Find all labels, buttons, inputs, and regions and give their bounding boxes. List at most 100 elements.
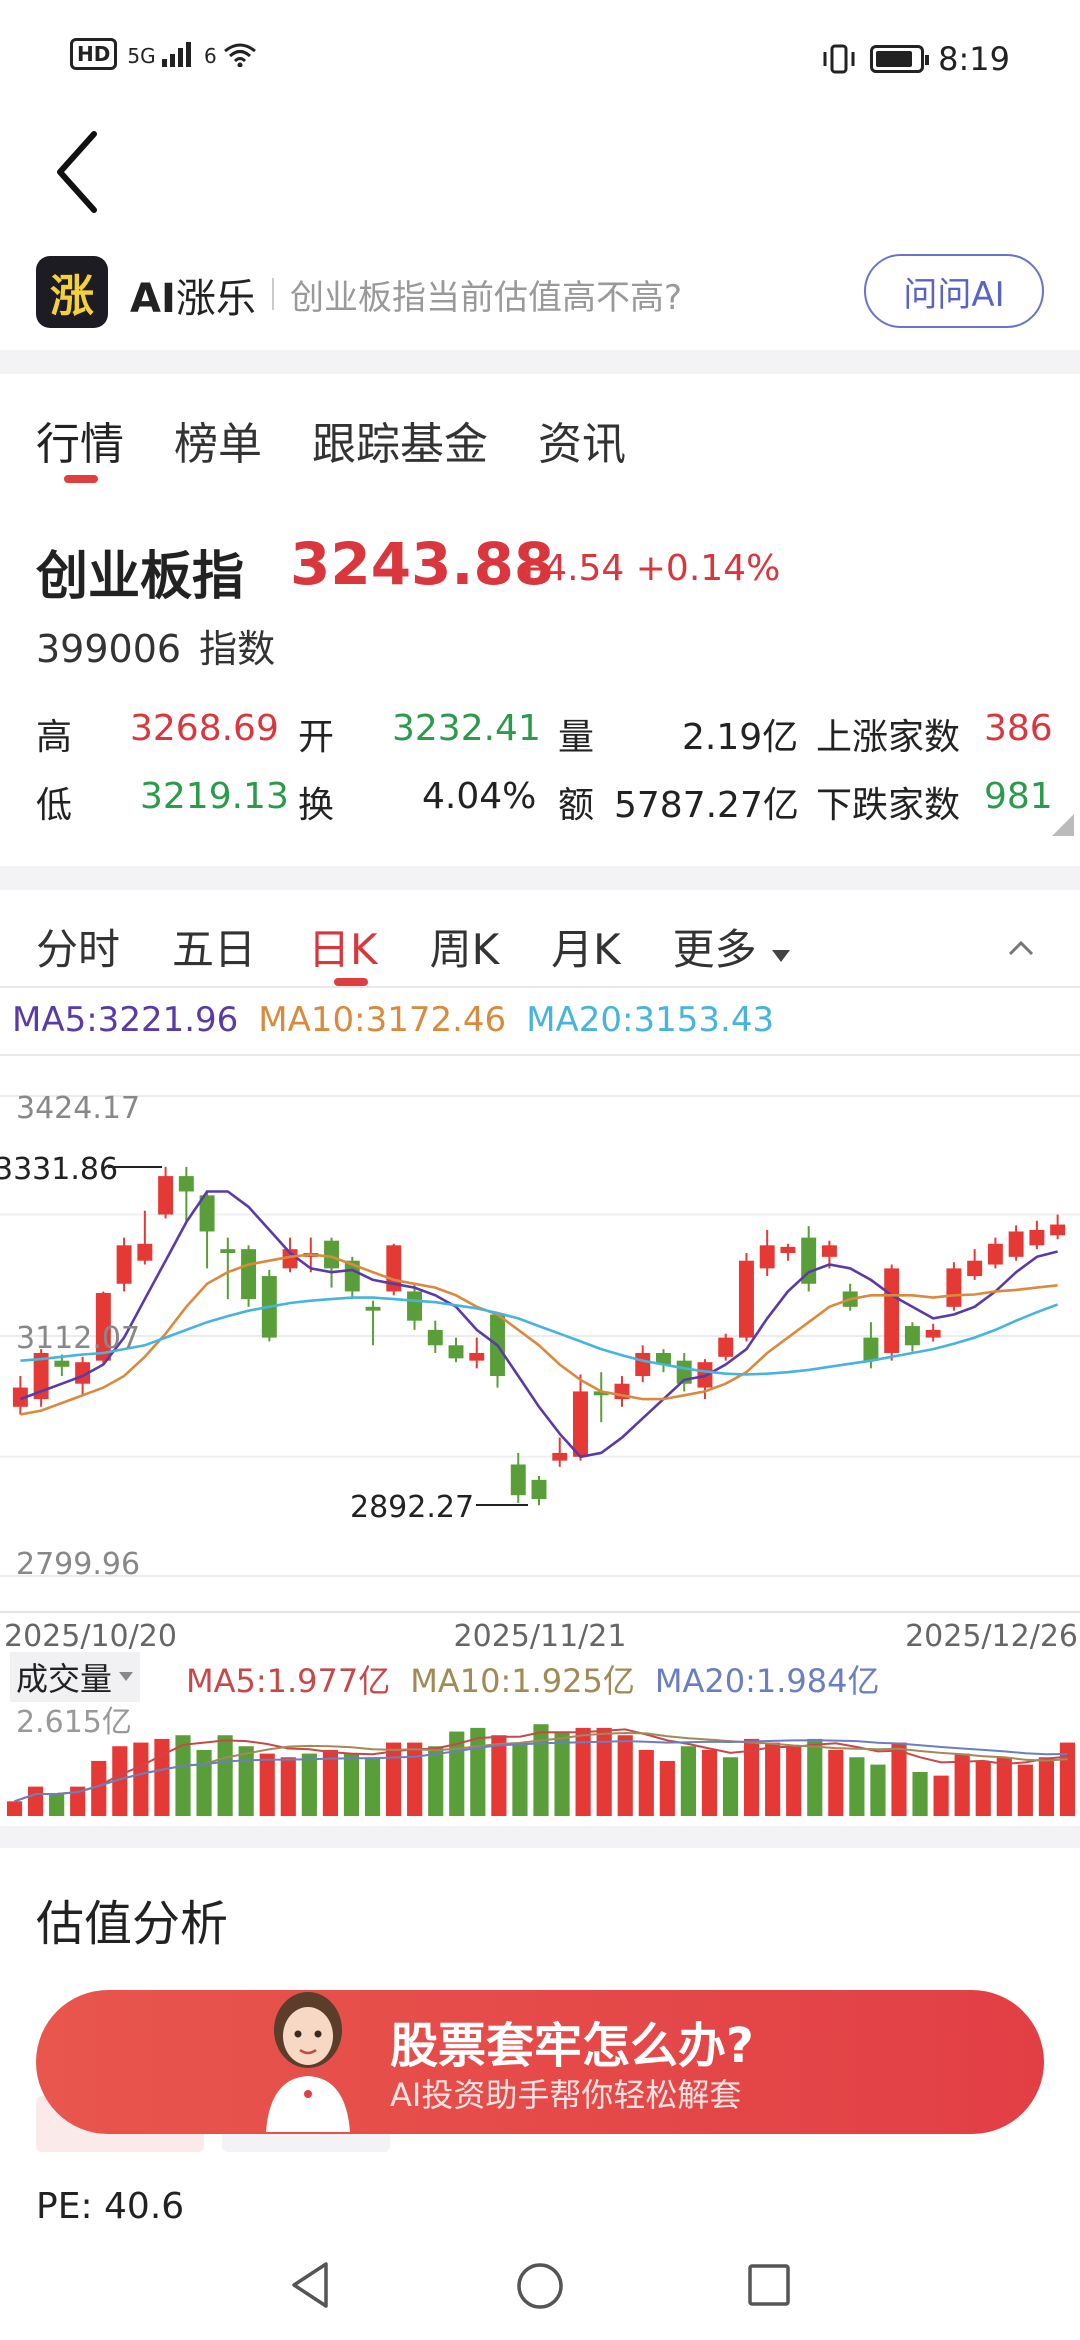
tab-five-day[interactable]: 五日 — [172, 916, 256, 977]
volume-bar — [28, 1786, 44, 1816]
open-label: 开 — [298, 717, 335, 758]
annotation-high: 3331.86 — [0, 1152, 118, 1187]
candle-body — [821, 1245, 837, 1257]
volume-label: 量 — [558, 717, 595, 758]
candle-body — [54, 1360, 70, 1367]
volume-bar — [933, 1775, 949, 1816]
expand-corner-icon[interactable] — [1052, 814, 1074, 836]
clock: 8:19 — [938, 40, 1010, 78]
high-label: 高 — [36, 717, 73, 758]
amount-label: 额 — [558, 785, 595, 826]
volume-bar — [975, 1760, 991, 1816]
candle-body — [510, 1464, 526, 1496]
up-count-label: 上涨家数 — [816, 717, 961, 758]
tab-tracking-funds[interactable]: 跟踪基金 — [312, 408, 488, 472]
candle-body — [1050, 1224, 1066, 1236]
section-gap — [0, 1826, 1080, 1848]
banner-subtitle: AI投资助手帮你轻松解套 — [390, 2076, 742, 2114]
x-tick-label: 2025/11/21 — [454, 1619, 627, 1652]
signal-label: 5G — [127, 43, 156, 68]
ai-app-logo[interactable]: 涨 — [36, 256, 108, 328]
x-tick-label: 2025/10/20 — [4, 1619, 177, 1652]
index-change: +4.54 +0.14% — [514, 548, 781, 589]
volume-bar — [701, 1749, 718, 1816]
candle-body — [158, 1176, 174, 1215]
system-nav-bar — [0, 2240, 1080, 2340]
more-label: 更多 — [672, 925, 757, 974]
tab-quotes[interactable]: 行情 — [36, 408, 124, 472]
volume-bar — [807, 1738, 823, 1816]
candle-body — [904, 1326, 920, 1346]
candle-body — [324, 1240, 340, 1269]
vol-ma20-label: MA20:1.984亿 — [654, 1662, 880, 1700]
volume-bar — [280, 1757, 296, 1816]
candle-body — [427, 1329, 443, 1346]
candle-body — [220, 1249, 236, 1254]
candle-body — [469, 1352, 485, 1361]
volume-bar — [996, 1757, 1012, 1816]
hd-icon: HD — [70, 38, 118, 70]
volume-label: 成交量 — [16, 1660, 113, 1698]
tab-monthly-k[interactable]: 月K — [551, 916, 621, 977]
period-tabs: 分时 五日 日K 周K 月K 更多 — [36, 916, 792, 977]
volume-bar — [133, 1742, 149, 1816]
nav-recents-icon[interactable] — [746, 2262, 792, 2308]
tab-daily-k[interactable]: 日K — [308, 916, 378, 977]
stats-grid: 高 3268.69 开 3232.41 量 2.19亿 上涨家数 386 低 3… — [36, 708, 1053, 844]
volume-bar — [428, 1746, 444, 1816]
candle-body — [178, 1176, 194, 1192]
volume-bar — [217, 1735, 233, 1816]
ai-search-input[interactable]: 创业板指当前估值高不高? — [290, 270, 682, 319]
ma-legend: MA5:3221.96 MA10:3172.46 MA20:3153.43 — [12, 1000, 774, 1040]
candlestick-chart[interactable]: 3424.17 3112.07 2799.96 3331.86 2892.27 2025/… — [0, 1056, 1080, 1652]
tab-intraday[interactable]: 分时 — [36, 916, 120, 977]
volume-bar — [533, 1724, 549, 1816]
valuation-title: 估值分析 — [36, 1896, 229, 1952]
volume-bar — [470, 1727, 486, 1816]
candle-body — [718, 1337, 734, 1357]
ai-brand-name: AI涨乐 — [130, 266, 256, 324]
caret-down-icon — [772, 950, 791, 962]
volume-max-label: 2.615亿 — [16, 1705, 132, 1740]
volume-chart[interactable]: 2.615亿 — [0, 1700, 1080, 1820]
volume-bar — [1017, 1764, 1033, 1816]
back-button[interactable] — [50, 120, 110, 220]
y-tick-label: 2799.96 — [16, 1547, 140, 1582]
candle-body — [780, 1246, 796, 1254]
tab-more[interactable]: 更多 — [673, 916, 792, 977]
candle-body — [967, 1260, 983, 1277]
volume-bar — [301, 1753, 317, 1816]
tab-rankings[interactable]: 榜单 — [174, 408, 262, 472]
down-count-value: 981 — [984, 776, 1053, 817]
volume-indicator-select[interactable]: 成交量 — [10, 1652, 141, 1702]
volume-bar — [259, 1753, 275, 1816]
tab-news[interactable]: 资讯 — [538, 408, 626, 472]
chevron-up-icon[interactable] — [1006, 934, 1036, 964]
candle-body — [987, 1243, 1003, 1265]
logo-char: 涨 — [50, 271, 94, 322]
candle-body — [884, 1268, 900, 1353]
candle-body — [407, 1291, 422, 1321]
volume-bar — [238, 1746, 254, 1816]
nav-back-icon[interactable] — [288, 2260, 332, 2310]
vol-ma5-label: MA5:1.977亿 — [186, 1662, 391, 1700]
nav-home-icon[interactable] — [514, 2260, 566, 2312]
caret-down-icon — [119, 1672, 134, 1681]
main-tabs: 行情 榜单 跟踪基金 资讯 — [36, 408, 626, 472]
candle-body — [365, 1306, 381, 1311]
candle-body — [1008, 1231, 1024, 1257]
turnover-label: 换 — [298, 785, 335, 826]
ask-ai-button[interactable]: 问问AI — [864, 254, 1044, 328]
section-gap — [0, 866, 1080, 890]
index-type: 指数 — [199, 627, 276, 671]
volume-bar — [6, 1801, 23, 1816]
signal-bars-icon — [161, 41, 191, 67]
tab-indicator — [64, 475, 98, 483]
ma10-label: MA10:3172.46 — [258, 1000, 507, 1040]
volume-ma-legend: MA5:1.977亿 MA10:1.925亿 MA20:1.984亿 — [186, 1656, 880, 1702]
index-name: 创业板指 — [36, 547, 245, 607]
candle-body — [759, 1245, 775, 1269]
tab-weekly-k[interactable]: 周K — [430, 916, 500, 977]
candle-body — [552, 1452, 568, 1461]
volume-bar — [386, 1742, 402, 1816]
